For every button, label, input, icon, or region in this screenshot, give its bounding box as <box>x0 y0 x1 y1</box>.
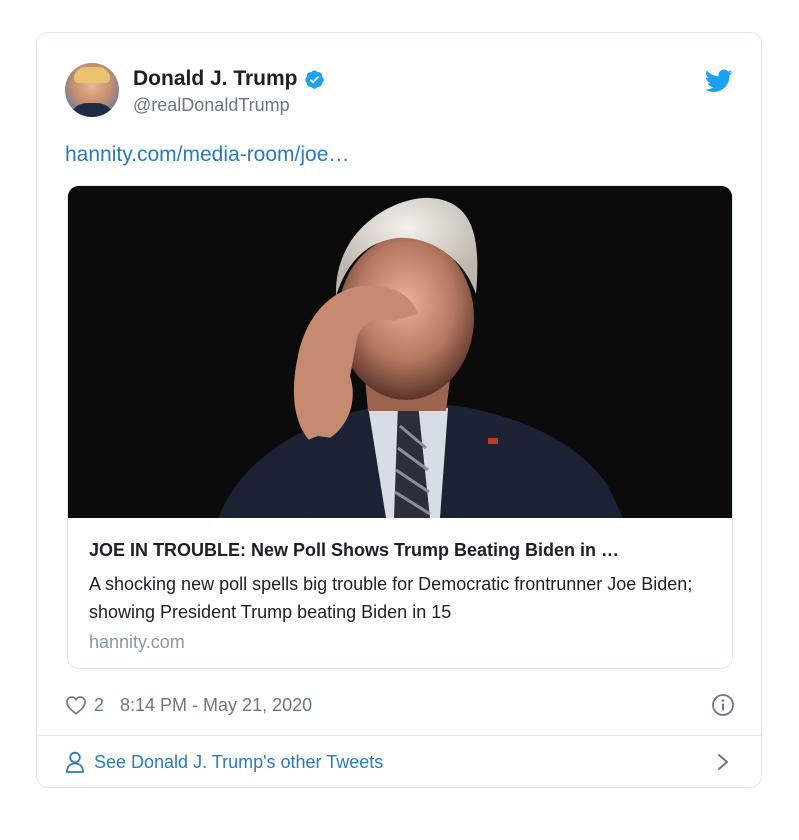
person-icon <box>66 751 84 773</box>
preview-image <box>68 186 732 518</box>
heart-icon[interactable] <box>65 695 87 715</box>
avatar[interactable] <box>65 63 119 117</box>
preview-domain: hannity.com <box>89 632 185 652</box>
preview-title: JOE IN TROUBLE: New Poll Shows Trump Bea… <box>89 540 620 560</box>
info-icon[interactable] <box>711 693 735 717</box>
other-tweets-link[interactable]: See Donald J. Trump's other Tweets <box>94 752 383 773</box>
other-tweets-footer[interactable]: See Donald J. Trump's other Tweets <box>65 749 735 775</box>
author-handle[interactable]: @realDonaldTrump <box>133 95 290 116</box>
twitter-bird-icon[interactable] <box>705 69 733 93</box>
like-count[interactable]: 2 <box>94 695 104 716</box>
author-row: Donald J. Trump <box>133 67 325 91</box>
footer-divider <box>37 735 761 736</box>
tweet-meta: 2 8:14 PM - May 21, 2020 <box>65 693 737 717</box>
verified-badge-icon <box>304 69 324 89</box>
tweet-timestamp[interactable]: 8:14 PM - May 21, 2020 <box>120 695 312 716</box>
tweet-header: Donald J. Trump @realDonaldTrump <box>65 63 735 117</box>
tweet-link[interactable]: hannity.com/media-room/joe… <box>65 143 349 167</box>
preview-description: A shocking new poll spells big trouble f… <box>89 574 693 622</box>
author-name[interactable]: Donald J. Trump <box>133 67 298 91</box>
chevron-right-icon[interactable] <box>717 753 729 771</box>
link-preview-card[interactable]: JOE IN TROUBLE: New Poll Shows Trump Bea… <box>67 185 733 669</box>
tweet-embed-card: Donald J. Trump @realDonaldTrump hannity… <box>36 32 762 788</box>
preview-text: JOE IN TROUBLE: New Poll Shows Trump Bea… <box>89 540 713 653</box>
